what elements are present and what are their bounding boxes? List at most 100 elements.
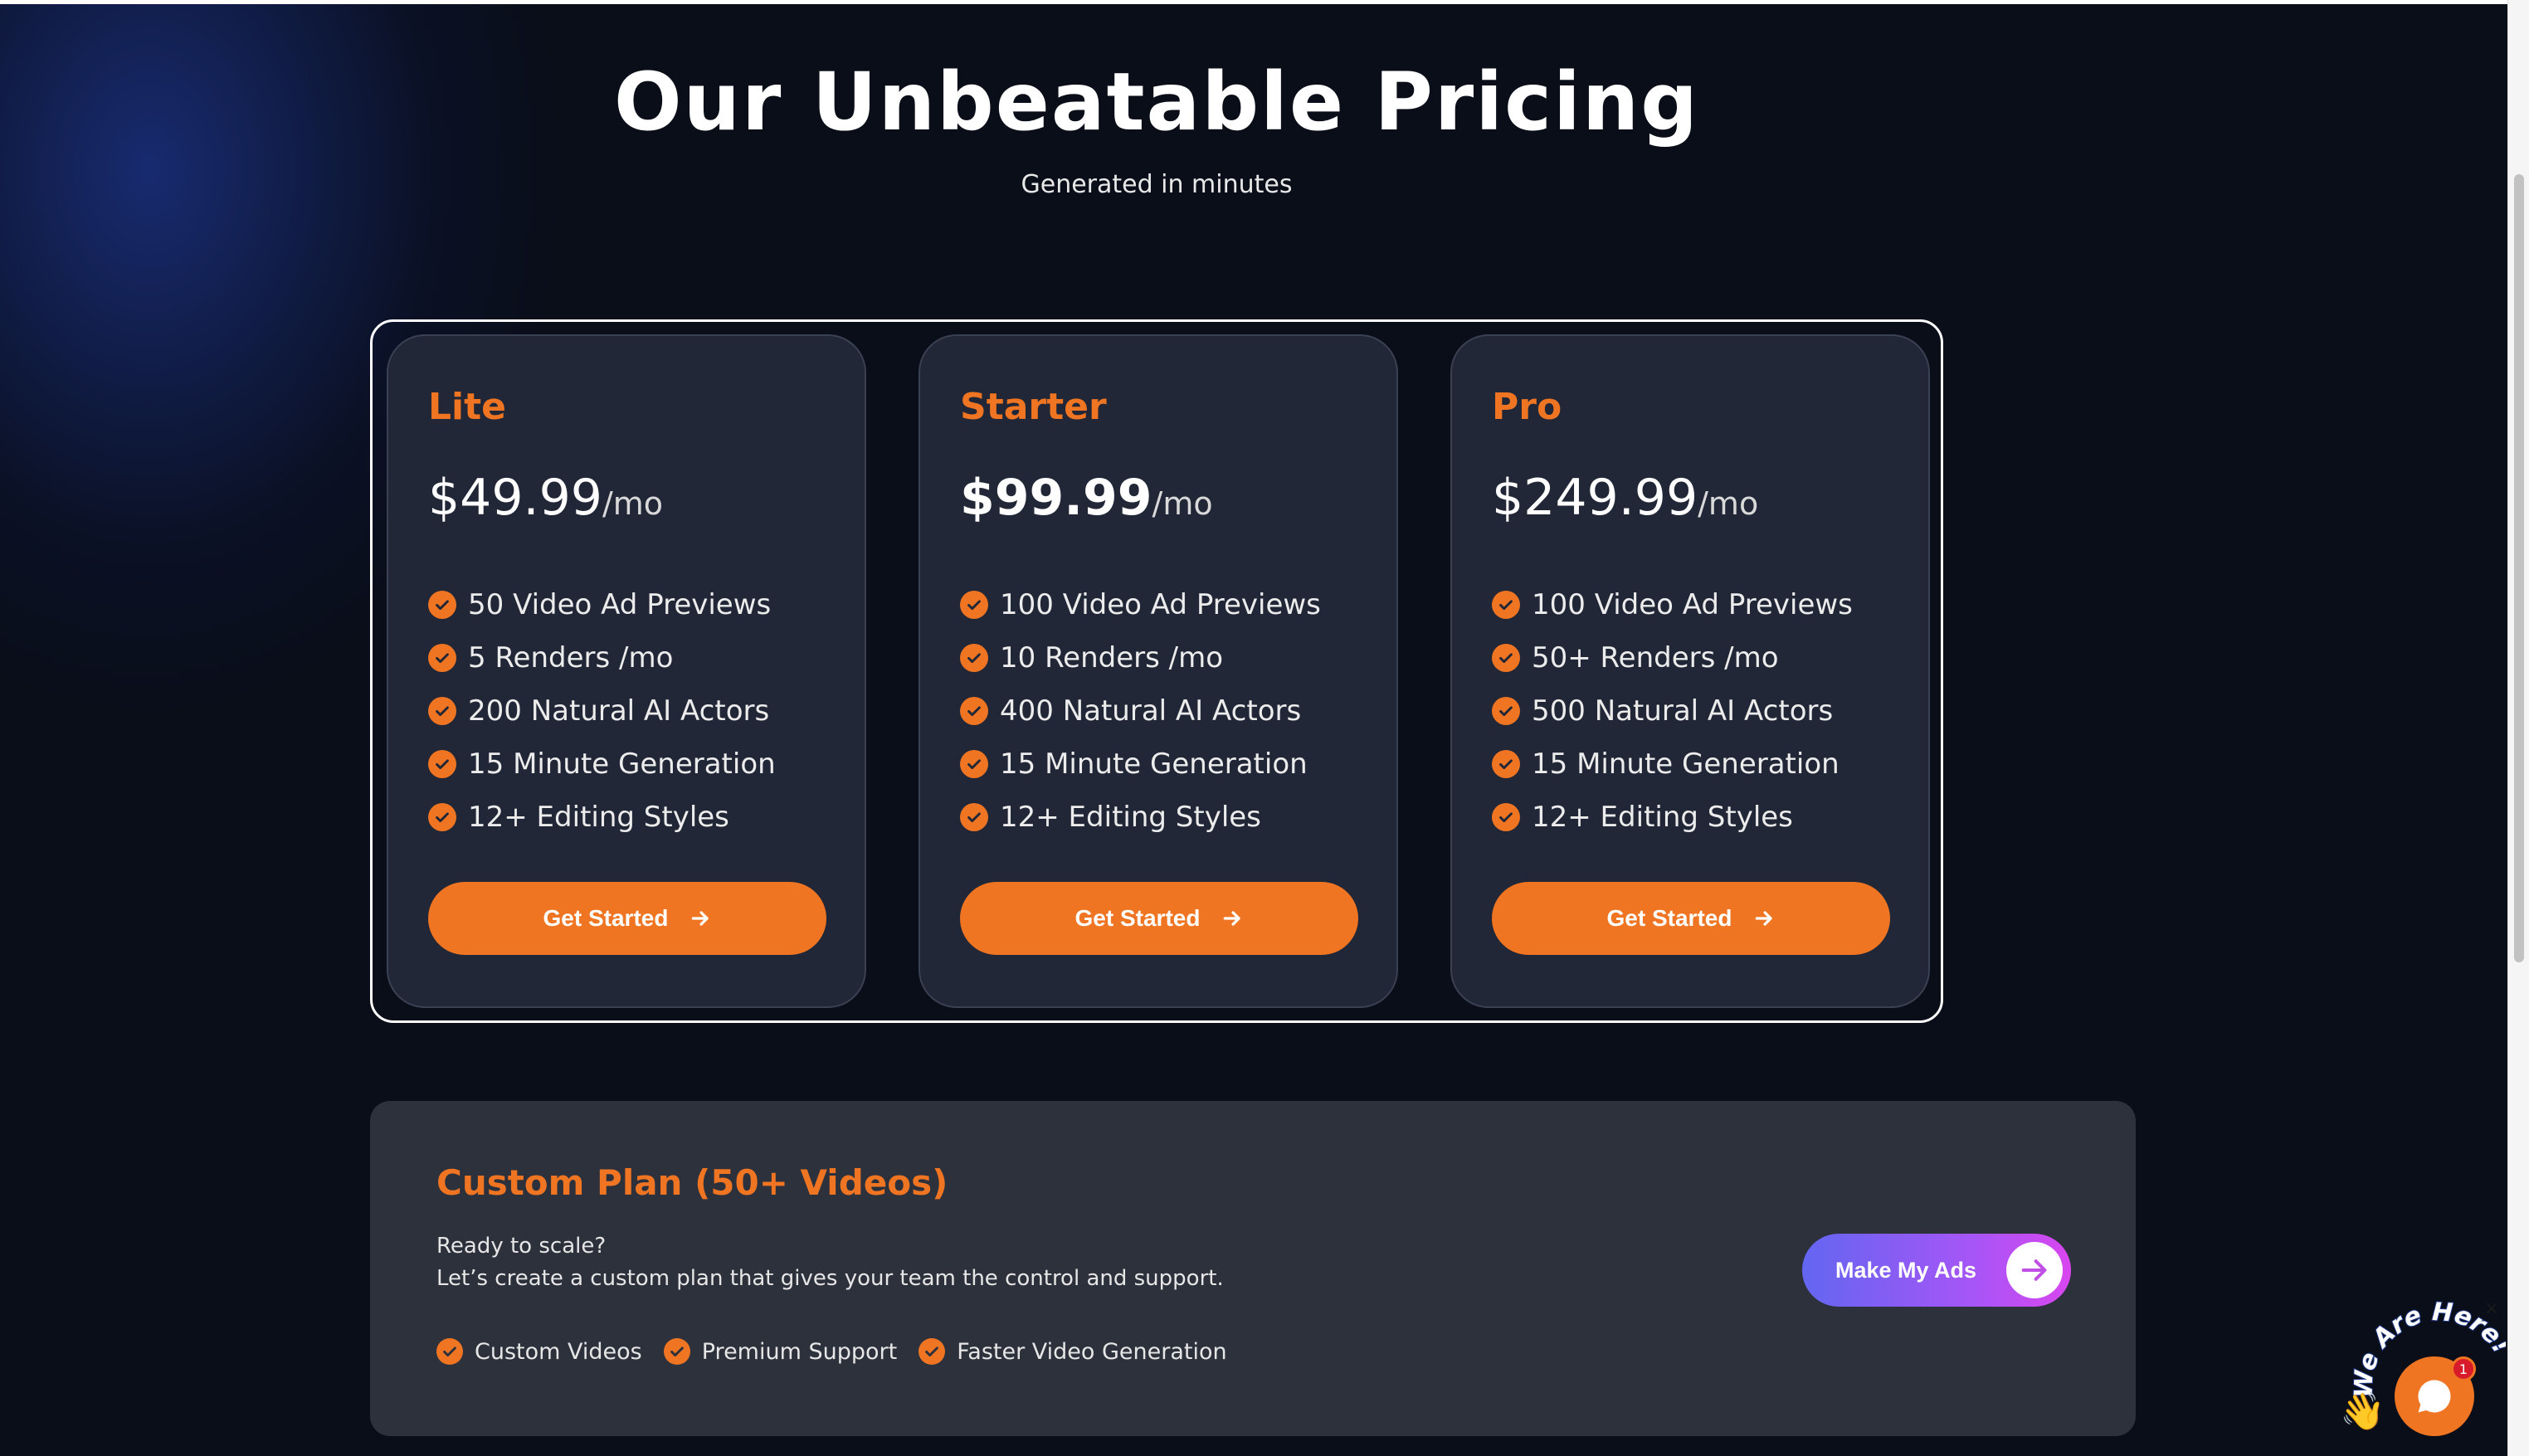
custom-feature-label: Custom Videos	[475, 1338, 642, 1365]
page-title: Our Unbeatable Pricing	[614, 56, 1699, 149]
check-circle-icon	[663, 1338, 690, 1365]
chat-notification-badge: 1	[2451, 1356, 2476, 1381]
plan-feature: 12+ Editing Styles	[960, 791, 1321, 844]
plan-feature-label: 12+ Editing Styles	[1000, 801, 1261, 834]
get-started-label: Get Started	[543, 905, 669, 931]
check-circle-icon	[960, 644, 988, 672]
plan-features: 100 Video Ad Previews 50+ Renders /mo 50…	[1492, 578, 1853, 844]
custom-plan-line-1: Ready to scale?	[436, 1234, 607, 1259]
check-circle-icon	[428, 697, 456, 725]
custom-feature-label: Faster Video Generation	[957, 1338, 1227, 1365]
plan-name: Pro	[1492, 386, 1562, 428]
plan-feature: 50+ Renders /mo	[1492, 631, 1853, 684]
check-circle-icon	[436, 1338, 463, 1365]
price-period: /mo	[602, 485, 664, 522]
plan-feature: 15 Minute Generation	[960, 738, 1321, 791]
plan-features: 50 Video Ad Previews 5 Renders /mo 200 N…	[428, 578, 776, 844]
check-circle-icon	[1492, 644, 1520, 672]
plan-feature-label: 400 Natural AI Actors	[1000, 694, 1302, 728]
custom-plan-description: Ready to scale? Let’s create a custom pl…	[436, 1230, 1224, 1295]
plan-feature-label: 12+ Editing Styles	[1532, 801, 1793, 834]
plan-feature: 200 Natural AI Actors	[428, 684, 776, 738]
page-subtitle: Generated in minutes	[1021, 170, 1293, 199]
custom-feature: Premium Support	[663, 1338, 898, 1365]
plan-feature: 15 Minute Generation	[428, 738, 776, 791]
get-started-button[interactable]: Get Started	[1492, 882, 1890, 955]
plan-feature: 10 Renders /mo	[960, 631, 1321, 684]
check-circle-icon	[1492, 750, 1520, 778]
plan-feature-label: 200 Natural AI Actors	[468, 694, 770, 728]
plan-card-pro: Pro $249.99/mo 100 Video Ad Previews 50+…	[1450, 334, 1930, 1008]
get-started-label: Get Started	[1606, 905, 1732, 931]
plan-feature-label: 50 Video Ad Previews	[468, 588, 772, 621]
plan-feature: 12+ Editing Styles	[428, 791, 776, 844]
make-my-ads-label: Make My Ads	[1835, 1257, 1977, 1283]
plan-feature: 500 Natural AI Actors	[1492, 684, 1853, 738]
arrow-right-icon	[692, 911, 709, 926]
check-circle-icon	[1492, 591, 1520, 619]
get-started-label: Get Started	[1074, 905, 1201, 931]
wave-hand-icon: 👋	[2340, 1390, 2385, 1433]
close-icon[interactable]: ×	[2481, 1298, 2502, 1320]
arrow-right-icon	[1756, 911, 1773, 926]
make-my-ads-button[interactable]: Make My Ads	[1802, 1234, 2071, 1307]
plan-feature: 100 Video Ad Previews	[1492, 578, 1853, 631]
check-circle-icon	[428, 803, 456, 831]
custom-plan-features: Custom Videos Premium Support Faster Vid…	[436, 1338, 1249, 1365]
plan-card-lite: Lite $49.99/mo 50 Video Ad Previews 5 Re…	[387, 334, 866, 1008]
pricing-page: Our Unbeatable Pricing Generated in minu…	[0, 0, 2507, 1456]
plan-feature-label: 12+ Editing Styles	[468, 801, 729, 834]
scrollbar-thumb[interactable]	[2514, 174, 2524, 962]
arrow-right-icon	[1224, 911, 1241, 926]
plan-feature-label: 500 Natural AI Actors	[1532, 694, 1834, 728]
arrow-right-icon	[2006, 1242, 2063, 1298]
plan-feature: 100 Video Ad Previews	[960, 578, 1321, 631]
plan-name: Lite	[428, 386, 506, 428]
plan-feature-label: 15 Minute Generation	[468, 747, 776, 781]
plan-feature: 15 Minute Generation	[1492, 738, 1853, 791]
check-circle-icon	[960, 697, 988, 725]
custom-feature: Faster Video Generation	[919, 1338, 1227, 1365]
check-circle-icon	[1492, 697, 1520, 725]
plan-feature-label: 5 Renders /mo	[468, 641, 674, 674]
plan-feature: 5 Renders /mo	[428, 631, 776, 684]
check-circle-icon	[428, 750, 456, 778]
check-circle-icon	[960, 803, 988, 831]
custom-plan-panel: Custom Plan (50+ Videos) Ready to scale?…	[370, 1101, 2136, 1436]
check-circle-icon	[960, 591, 988, 619]
price-amount: $249.99	[1492, 469, 1698, 527]
custom-plan-line-2: Let’s create a custom plan that gives yo…	[436, 1266, 1224, 1291]
plan-feature-label: 100 Video Ad Previews	[1532, 588, 1853, 621]
plan-features: 100 Video Ad Previews 10 Renders /mo 400…	[960, 578, 1321, 844]
plan-feature: 50 Video Ad Previews	[428, 578, 776, 631]
price-period: /mo	[1698, 485, 1759, 522]
plan-card-starter: Starter $99.99/mo 100 Video Ad Previews …	[919, 334, 1398, 1008]
custom-feature: Custom Videos	[436, 1338, 642, 1365]
get-started-button[interactable]: Get Started	[960, 882, 1358, 955]
check-circle-icon	[960, 750, 988, 778]
price-amount: $99.99	[960, 469, 1152, 527]
plan-feature-label: 10 Renders /mo	[1000, 641, 1224, 674]
page-scrollbar[interactable]	[2507, 0, 2529, 1456]
plan-feature: 12+ Editing Styles	[1492, 791, 1853, 844]
plan-price: $49.99/mo	[428, 469, 663, 527]
check-circle-icon	[1492, 803, 1520, 831]
plan-feature-label: 100 Video Ad Previews	[1000, 588, 1321, 621]
chat-widget[interactable]: We Are Here! 👋 1 ×	[2340, 1298, 2506, 1456]
plan-feature: 400 Natural AI Actors	[960, 684, 1321, 738]
plan-feature-label: 15 Minute Generation	[1532, 747, 1839, 781]
check-circle-icon	[428, 591, 456, 619]
custom-plan-title: Custom Plan (50+ Videos)	[436, 1162, 948, 1203]
plan-feature-label: 15 Minute Generation	[1000, 747, 1308, 781]
plan-price: $249.99/mo	[1492, 469, 1758, 527]
chat-icon	[2418, 1380, 2451, 1413]
check-circle-icon	[919, 1338, 946, 1365]
plan-name: Starter	[960, 386, 1107, 428]
plan-feature-label: 50+ Renders /mo	[1532, 641, 1779, 674]
plan-price: $99.99/mo	[960, 469, 1213, 527]
check-circle-icon	[428, 644, 456, 672]
price-period: /mo	[1152, 485, 1213, 522]
price-amount: $49.99	[428, 469, 602, 527]
custom-feature-label: Premium Support	[701, 1338, 898, 1365]
get-started-button[interactable]: Get Started	[428, 882, 826, 955]
